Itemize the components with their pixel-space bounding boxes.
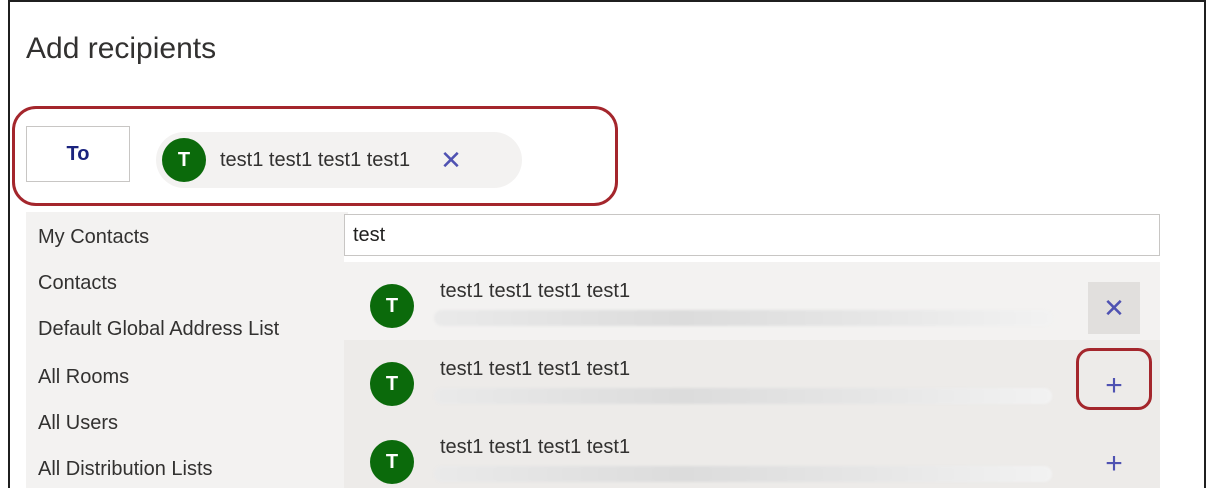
avatar: T [370,284,414,328]
nav-item-all-rooms[interactable]: All Rooms [38,366,129,389]
add-recipient-button[interactable]: + [1088,438,1140,488]
dialog-title: Add recipients [26,32,217,65]
close-icon[interactable]: ✕ [440,147,462,173]
nav-item-default-global-address-list[interactable]: Default Global Address List [38,318,279,341]
remove-recipient-button[interactable]: ✕ [1088,282,1140,334]
address-book-nav: My Contacts Contacts Default Global Addr… [26,212,348,488]
avatar: T [370,440,414,484]
result-name: test1 test1 test1 test1 [440,280,631,302]
to-button[interactable]: To [26,126,130,182]
plus-icon: + [1105,447,1123,480]
avatar: T [162,138,206,182]
search-results: T test1 test1 test1 test1 ✕ T test1 test… [344,256,1160,488]
recipient-chip: T test1 test1 test1 test1 ✕ [156,132,522,188]
avatar: T [370,362,414,406]
nav-item-all-users[interactable]: All Users [38,412,118,435]
add-button-highlight [1076,348,1152,410]
result-name: test1 test1 test1 test1 [440,358,631,380]
nav-item-my-contacts[interactable]: My Contacts [38,226,149,249]
result-row[interactable]: T test1 test1 test1 test1 + [344,418,1160,488]
search-input[interactable] [344,214,1160,256]
result-row[interactable]: T test1 test1 test1 test1 + [344,340,1160,418]
add-recipients-dialog: Add recipients To T test1 test1 test1 te… [8,0,1206,488]
result-detail-redacted [434,388,1052,404]
recipient-chip-label: test1 test1 test1 test1 [220,148,411,171]
result-name: test1 test1 test1 test1 [440,436,631,458]
result-detail-redacted [434,310,1052,326]
close-icon: ✕ [1103,292,1125,323]
nav-item-all-distribution-lists[interactable]: All Distribution Lists [38,458,213,481]
result-row[interactable]: T test1 test1 test1 test1 ✕ [344,262,1160,340]
nav-item-contacts[interactable]: Contacts [38,272,117,295]
result-detail-redacted [434,466,1052,482]
